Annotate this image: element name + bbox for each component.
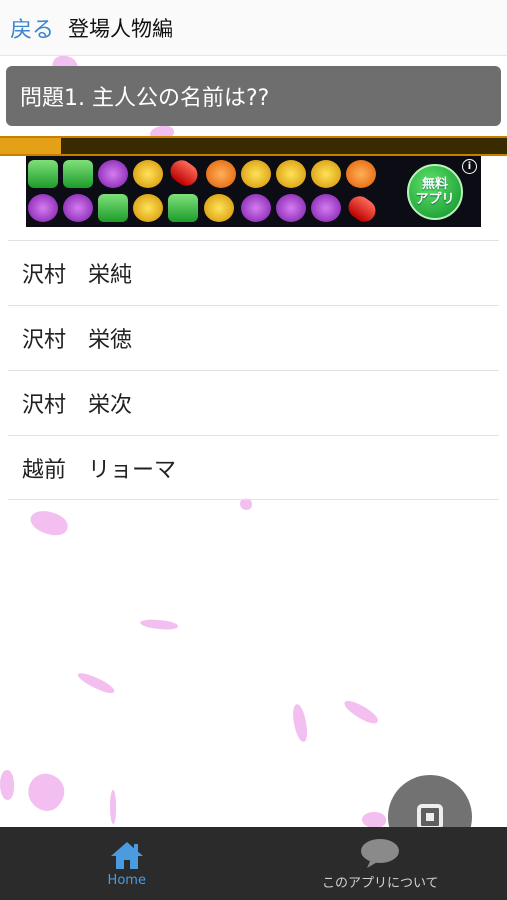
back-button[interactable]: 戻る [10, 12, 54, 44]
answer-list: 沢村 栄純 沢村 栄徳 沢村 栄次 越前 リョーマ [8, 240, 499, 500]
ad-free-app-badge[interactable]: 無料 アプリ [407, 164, 463, 220]
nav-home[interactable]: Home [0, 827, 254, 900]
app-header: 戻る 登場人物編 [0, 0, 507, 56]
candy-image [241, 160, 271, 188]
candy-image [311, 194, 341, 222]
home-icon [110, 841, 143, 869]
candy-image [206, 160, 236, 188]
nav-home-label: Home [107, 872, 146, 888]
candy-image [98, 194, 128, 222]
candy-image [241, 194, 271, 222]
petal-decoration [0, 770, 14, 800]
candy-image [133, 160, 163, 188]
question-box: 問題1. 主人公の名前は?? [6, 66, 501, 126]
answer-option[interactable]: 越前 リョーマ [8, 435, 499, 500]
nav-about[interactable]: このアプリについて [254, 827, 507, 900]
question-text: 問題1. 主人公の名前は?? [20, 86, 270, 111]
ad-app-label: アプリ [415, 192, 455, 207]
candy-image [63, 194, 93, 222]
candy-image [344, 191, 380, 227]
candy-image [63, 160, 93, 188]
candy-image [346, 160, 376, 188]
info-icon[interactable]: i [462, 159, 477, 174]
petal-decoration [75, 670, 117, 696]
nav-about-label: このアプリについて [321, 875, 439, 891]
candy-image [133, 194, 163, 222]
progress-fill [0, 138, 61, 154]
answer-option[interactable]: 沢村 栄徳 [8, 305, 499, 370]
candy-image [276, 160, 306, 188]
page-title: 登場人物編 [68, 16, 174, 41]
chat-bubble-icon [361, 838, 400, 868]
bottom-nav: Home このアプリについて [0, 827, 507, 900]
petal-decoration [362, 812, 386, 828]
petal-decoration [110, 790, 116, 824]
candy-image [98, 160, 128, 188]
answer-option[interactable]: 沢村 栄次 [8, 370, 499, 435]
progress-track [0, 136, 507, 156]
petal-decoration [27, 507, 71, 539]
candy-image [28, 194, 58, 222]
candy-image [166, 156, 202, 191]
candy-image [204, 194, 234, 222]
ad-banner[interactable]: 無料 アプリ i [26, 156, 481, 227]
ad-free-label: 無料 [421, 177, 448, 192]
petal-decoration [290, 703, 310, 743]
candy-image [276, 194, 306, 222]
answer-option[interactable]: 沢村 栄純 [8, 240, 499, 305]
petal-decoration [21, 767, 71, 817]
candy-image [311, 160, 341, 188]
petal-decoration [341, 697, 381, 727]
candy-image [28, 160, 58, 188]
petal-decoration [139, 618, 179, 631]
candy-image [168, 194, 198, 222]
